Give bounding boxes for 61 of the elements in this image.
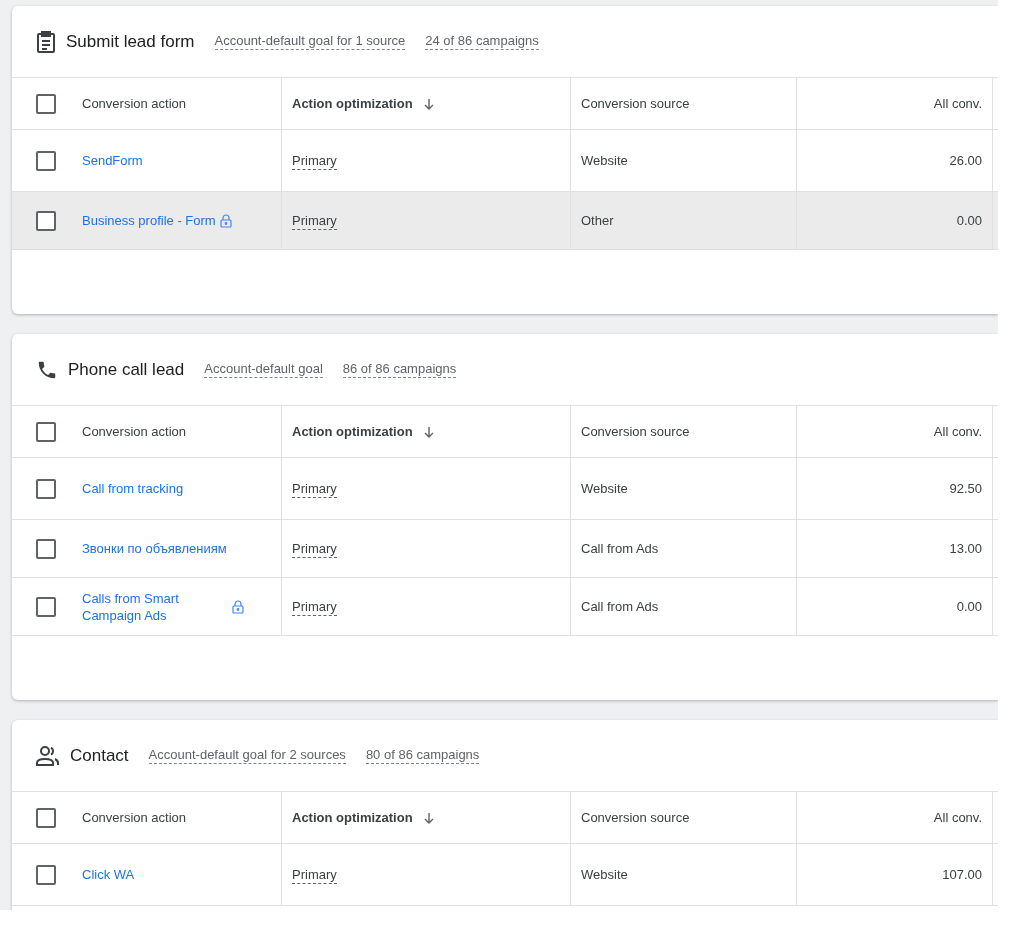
conversion-action-link[interactable]: Click WA (82, 866, 135, 883)
table-cell: 26.00 (949, 153, 982, 168)
sort-arrow-icon[interactable] (422, 97, 435, 110)
checkbox[interactable] (36, 478, 56, 499)
column-header[interactable]: Conversion action (82, 424, 187, 439)
column-header[interactable]: Action optimization (292, 810, 413, 825)
table-cell: Call from Ads (581, 599, 659, 614)
checkbox[interactable] (36, 210, 56, 231)
table-cell: 0.00 (956, 599, 982, 614)
goal-scope[interactable]: Account-default goal for 1 source (214, 33, 406, 50)
conversion-action-link[interactable]: Звонки по объявлениям (82, 540, 227, 557)
table-cell: Other (581, 213, 614, 228)
checkbox[interactable] (36, 538, 56, 559)
conversion-action-link[interactable]: Call from tracking (82, 480, 184, 497)
goal-title: Submit lead form (66, 31, 195, 52)
goal-scope[interactable]: Account-default goal (204, 361, 323, 378)
campaign-count[interactable]: 86 of 86 campaigns (342, 361, 457, 378)
campaign-count[interactable]: 24 of 86 campaigns (425, 33, 539, 50)
sort-arrow-icon[interactable] (422, 811, 435, 824)
goal-scope[interactable]: Account-default goal for 2 sources (148, 747, 346, 764)
column-header[interactable]: Conversion source (581, 96, 690, 111)
sort-arrow-icon[interactable] (422, 425, 435, 438)
column-header[interactable]: All conv. (933, 96, 982, 111)
table-cell: 13.00 (949, 541, 982, 556)
checkbox[interactable] (36, 150, 56, 171)
checkbox[interactable] (36, 596, 56, 617)
table-cell: Website (581, 481, 628, 496)
optimization-value[interactable]: Primary (292, 151, 337, 170)
table-cell: Website (581, 867, 628, 882)
goal-title: Contact (70, 745, 129, 766)
column-header[interactable]: Conversion action (82, 96, 187, 111)
column-header[interactable]: All conv. (933, 810, 982, 825)
goal-title: Phone call lead (68, 359, 185, 380)
conversion-action-link[interactable]: SendForm (82, 152, 143, 169)
column-header[interactable]: Conversion source (581, 424, 690, 439)
column-header[interactable]: Action optimization (292, 96, 413, 111)
column-header[interactable]: Conversion source (581, 810, 690, 825)
column-header[interactable]: All conv. (933, 424, 982, 439)
table-cell: 92.50 (949, 481, 982, 496)
column-header[interactable]: Conversion action (82, 810, 187, 825)
checkbox[interactable] (36, 864, 56, 885)
optimization-value[interactable]: Primary (292, 865, 337, 884)
lock-icon (232, 599, 244, 614)
table-cell: Website (581, 153, 628, 168)
lock-icon (219, 213, 232, 228)
table-cell: Call from Ads (581, 541, 659, 556)
people-icon (36, 744, 60, 767)
conversion-action-link[interactable]: Business profile - Form (82, 212, 216, 229)
conversion-action-link[interactable]: Calls from Smart Campaign Ads (82, 589, 228, 624)
column-header[interactable]: Action optimization (292, 424, 413, 439)
checkbox[interactable] (36, 807, 56, 828)
clipboard-icon (36, 30, 56, 53)
table-cell: 0.00 (956, 213, 982, 228)
checkbox[interactable] (36, 421, 56, 442)
optimization-value[interactable]: Primary (292, 211, 337, 230)
optimization-value[interactable]: Primary (292, 479, 337, 498)
checkbox[interactable] (36, 93, 56, 114)
table-cell: 107.00 (942, 867, 982, 882)
optimization-value[interactable]: Primary (292, 597, 337, 616)
campaign-count[interactable]: 80 of 86 campaigns (365, 747, 480, 764)
optimization-value[interactable]: Primary (292, 539, 337, 558)
